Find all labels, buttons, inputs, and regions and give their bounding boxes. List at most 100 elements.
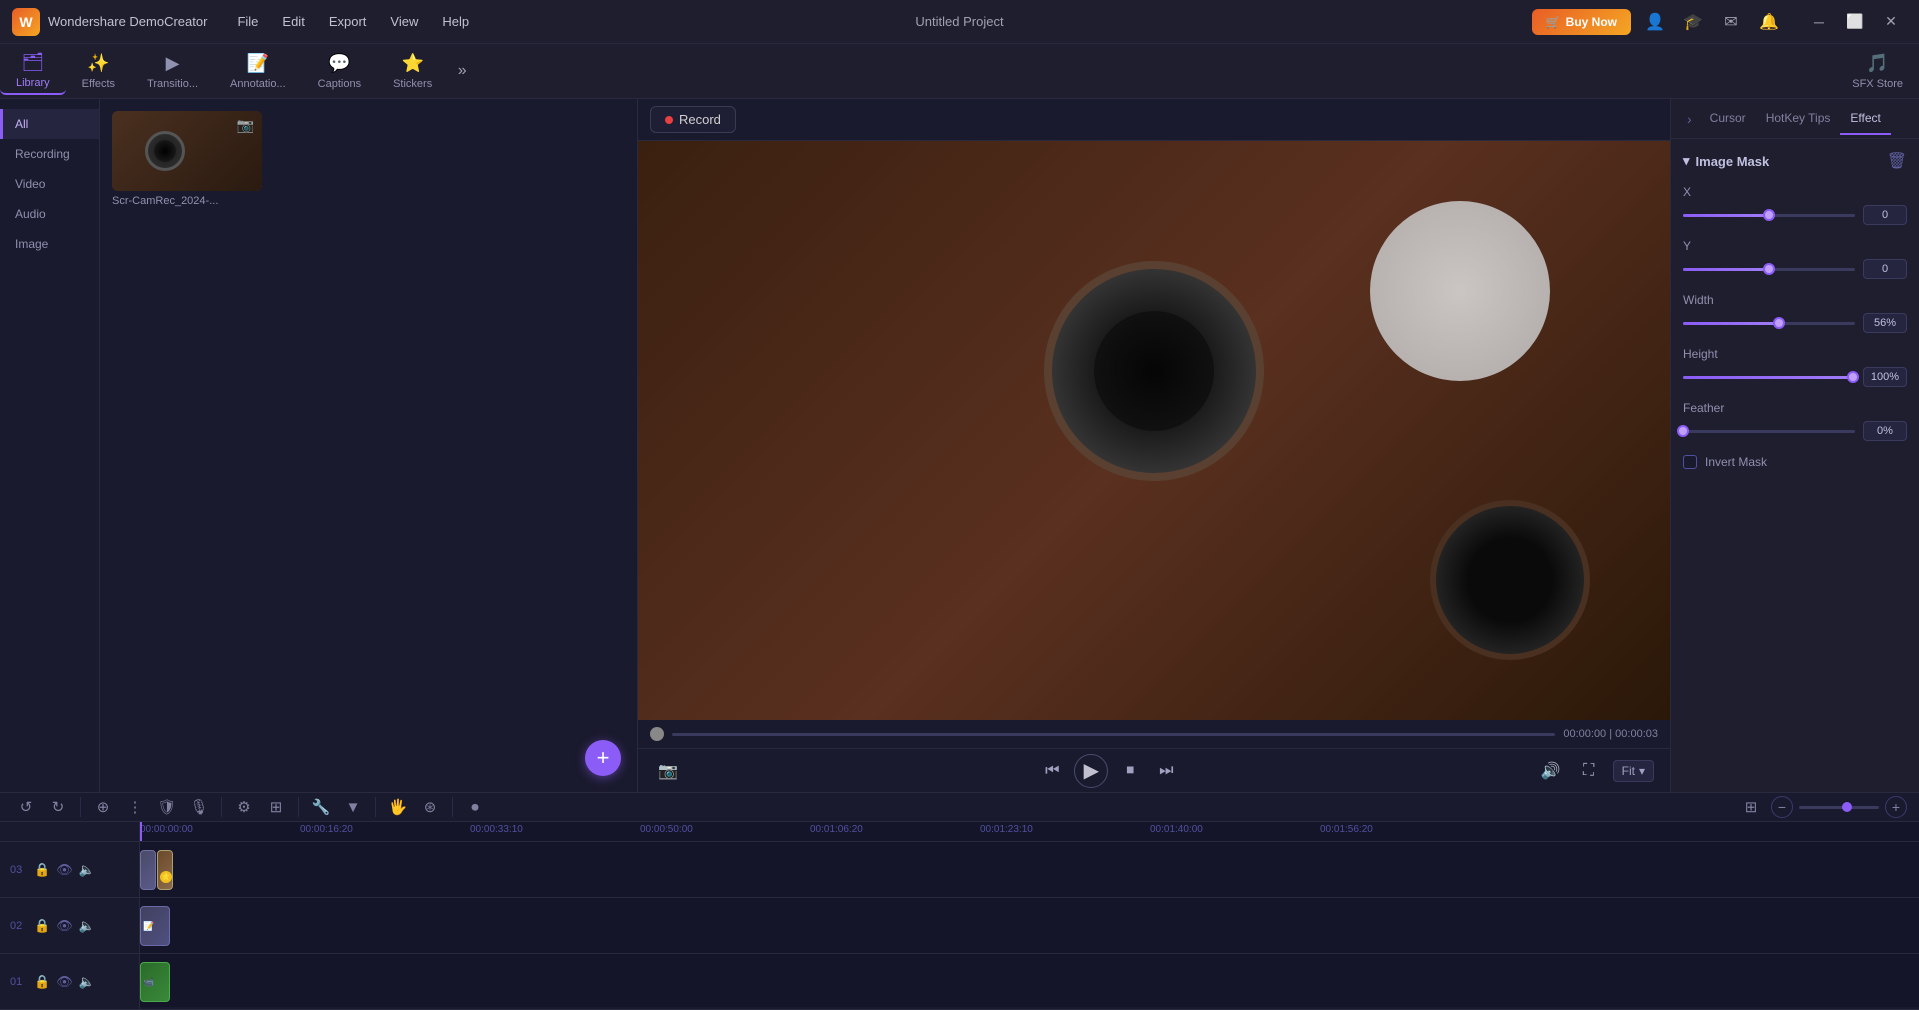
transitions-icon: ▶ — [166, 53, 180, 74]
screenshot-button[interactable]: 📷 — [654, 757, 682, 785]
record-track-button[interactable]: ⏺ — [461, 793, 489, 821]
track-audio-03[interactable]: 🔈 — [79, 862, 95, 878]
invert-mask-checkbox[interactable] — [1683, 455, 1697, 469]
grid-button[interactable]: ⊞ — [262, 793, 290, 821]
video-circle-mask — [1370, 201, 1550, 381]
buy-now-button[interactable]: 🛒 Buy Now — [1532, 9, 1631, 35]
shield-button[interactable]: 🛡 — [153, 793, 181, 821]
track-clip-01[interactable]: 📹 — [140, 962, 170, 1002]
delete-mask-button[interactable]: 🗑 — [1887, 151, 1907, 171]
playhead[interactable] — [140, 822, 142, 841]
toolbar-annotations[interactable]: 📝 Annotatio... — [214, 49, 302, 94]
collapse-icon[interactable]: ▾ — [1683, 153, 1690, 169]
track-eye-01[interactable]: 👁 — [56, 974, 73, 990]
sidebar-item-audio[interactable]: Audio — [0, 199, 99, 229]
menu-help[interactable]: Help — [432, 10, 479, 33]
graduation-icon-btn[interactable]: 🎓 — [1679, 8, 1707, 36]
volume-button[interactable]: 🔊 — [1537, 757, 1565, 785]
scrubber-knob[interactable] — [650, 727, 664, 741]
zoom-in-button[interactable]: + — [1885, 796, 1907, 818]
zoom-slider-handle[interactable] — [1842, 802, 1852, 812]
sidebar-item-video[interactable]: Video — [0, 169, 99, 199]
select-button[interactable]: ▼ — [339, 793, 367, 821]
mic-button[interactable]: 🎙 — [185, 793, 213, 821]
toolbar-transitions[interactable]: ▶ Transitio... — [131, 49, 214, 94]
minimize-button[interactable]: ─ — [1803, 6, 1835, 38]
trim-button[interactable]: ⋮ — [121, 793, 149, 821]
track-clip-03-a[interactable] — [140, 850, 156, 890]
magnet-button[interactable]: ⊛ — [416, 793, 444, 821]
param-height-handle[interactable] — [1847, 371, 1859, 383]
step-back-button[interactable]: ⏮ — [1038, 757, 1066, 785]
maximize-button[interactable]: ⬜ — [1839, 6, 1871, 38]
menu-view[interactable]: View — [380, 10, 428, 33]
tab-effect[interactable]: Effect — [1840, 103, 1890, 135]
fit-dropdown[interactable]: Fit ▾ — [1613, 760, 1654, 782]
param-feather-value[interactable]: 0% — [1863, 421, 1907, 441]
toolbar-effects[interactable]: ✨ Effects — [66, 49, 131, 94]
track-audio-02[interactable]: 🔈 — [79, 918, 95, 934]
param-width-value[interactable]: 56% — [1863, 313, 1907, 333]
undo-button[interactable]: ↺ — [12, 793, 40, 821]
param-width: Width 56% — [1683, 293, 1907, 333]
param-x-value[interactable]: 0 — [1863, 205, 1907, 225]
param-height-value[interactable]: 100% — [1863, 367, 1907, 387]
menu-file[interactable]: File — [227, 10, 268, 33]
settings-button[interactable]: ⚙ — [230, 793, 258, 821]
track-eye-02[interactable]: 👁 — [56, 918, 73, 934]
record-button[interactable]: Record — [650, 106, 736, 133]
stop-button[interactable]: ⏹ — [1116, 757, 1144, 785]
bell-icon-btn[interactable]: 🔔 — [1755, 8, 1783, 36]
param-y-value[interactable]: 0 — [1863, 259, 1907, 279]
track-clip-03-b[interactable]: ⭐ — [157, 850, 173, 890]
play-button[interactable]: ▶ — [1074, 754, 1108, 788]
close-button[interactable]: ✕ — [1875, 6, 1907, 38]
track-audio-01[interactable]: 🔈 — [79, 974, 95, 990]
param-width-slider[interactable] — [1683, 322, 1855, 325]
menu-edit[interactable]: Edit — [272, 10, 314, 33]
param-x-slider[interactable] — [1683, 214, 1855, 217]
hand-button[interactable]: 🖐 — [384, 793, 412, 821]
sidebar-item-all[interactable]: All — [0, 109, 99, 139]
param-feather-slider[interactable] — [1683, 430, 1855, 433]
add-media-button[interactable]: + — [585, 740, 621, 776]
redo-button[interactable]: ↻ — [44, 793, 72, 821]
track-eye-03[interactable]: 👁 — [56, 862, 73, 878]
media-item[interactable]: 📷 Scr-CamRec_2024-... — [112, 111, 276, 207]
preview-scrubber[interactable]: 00:00:00 | 00:00:03 — [638, 720, 1670, 748]
toolbar-more-button[interactable]: » — [448, 57, 476, 85]
user-icon-btn[interactable]: 👤 — [1641, 8, 1669, 36]
sidebar-item-image[interactable]: Image — [0, 229, 99, 259]
snap-button[interactable]: 🔧 — [307, 793, 335, 821]
toolbar-captions[interactable]: 💬 Captions — [302, 49, 377, 94]
mail-icon-btn[interactable]: ✉ — [1717, 8, 1745, 36]
right-panel-back-arrow[interactable]: › — [1679, 111, 1700, 127]
captions-label: Captions — [318, 78, 361, 90]
param-y-slider[interactable] — [1683, 268, 1855, 271]
fullscreen-button[interactable]: ⛶ — [1575, 757, 1603, 785]
toolbar-library[interactable]: 🗂 Library — [0, 48, 66, 95]
step-forward-button[interactable]: ⏭ — [1152, 757, 1180, 785]
lens-inner — [154, 140, 176, 162]
track-clip-02[interactable]: 📝 — [140, 906, 170, 946]
param-x-handle[interactable] — [1763, 209, 1775, 221]
zoom-slider[interactable] — [1799, 806, 1879, 809]
scrubber-track[interactable] — [672, 733, 1555, 736]
tab-cursor[interactable]: Cursor — [1700, 103, 1756, 135]
add-track-icon-btn[interactable]: ⊞ — [1737, 793, 1765, 821]
split-button[interactable]: ⊕ — [89, 793, 117, 821]
menu-export[interactable]: Export — [319, 10, 377, 33]
tab-hotkey-tips[interactable]: HotKey Tips — [1756, 103, 1841, 135]
track-lock-03[interactable]: 🔒 — [34, 862, 50, 878]
track-lock-02[interactable]: 🔒 — [34, 918, 50, 934]
param-width-handle[interactable] — [1773, 317, 1785, 329]
toolbar-stickers[interactable]: ⭐ Stickers — [377, 49, 448, 94]
param-feather-handle[interactable] — [1677, 425, 1689, 437]
track-lock-01[interactable]: 🔒 — [34, 974, 50, 990]
param-y-handle[interactable] — [1763, 263, 1775, 275]
toolbar-sfxstore[interactable]: 🎵 SFX Store — [1836, 49, 1919, 94]
sidebar-item-recording[interactable]: Recording — [0, 139, 99, 169]
timeline-tracks[interactable]: 00:00:00:00 00:00:16:20 00:00:33:10 00:0… — [140, 822, 1919, 1010]
zoom-out-button[interactable]: − — [1771, 796, 1793, 818]
param-height-slider[interactable] — [1683, 376, 1855, 379]
